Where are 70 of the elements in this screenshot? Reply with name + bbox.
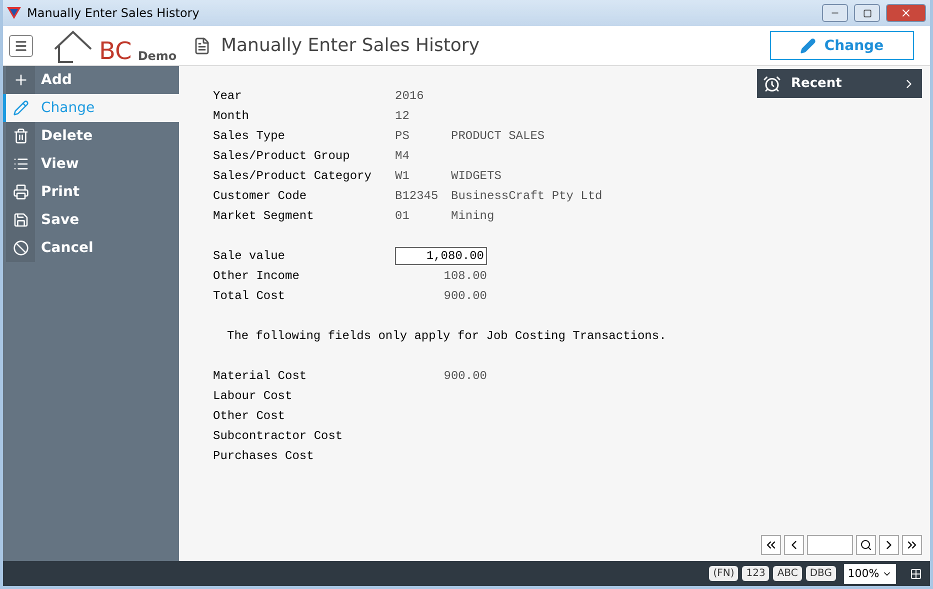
change-icon	[12, 100, 28, 116]
field-value: 108.00	[442, 269, 487, 283]
field-value: 01	[395, 209, 410, 223]
field-value: 900.00	[442, 289, 487, 303]
field-label: Sales/Product Group	[213, 149, 351, 163]
field-description: BusinessCraft Pty Ltd	[451, 189, 602, 203]
field-description: PRODUCT SALES	[451, 129, 545, 143]
field-description: Mining	[451, 209, 494, 223]
cancel-icon	[12, 240, 28, 256]
field-label: Other Income	[213, 269, 300, 283]
field-description: WIDGETS	[451, 169, 502, 183]
field-value: 12	[395, 109, 410, 123]
zoom-dropdown[interactable]: 100%	[844, 564, 896, 584]
field-label: Sale value	[213, 249, 286, 263]
add-icon	[12, 72, 28, 88]
page-title: Manually Enter Sales History	[221, 35, 480, 56]
first-page-button[interactable]	[761, 535, 781, 555]
previous-button[interactable]	[784, 535, 804, 555]
search-button[interactable]	[856, 535, 876, 555]
grid-icon[interactable]	[910, 568, 922, 580]
record-field[interactable]	[807, 535, 853, 555]
maximize-button[interactable]	[854, 4, 880, 22]
document-icon	[193, 36, 211, 54]
field-label: Customer Code	[213, 189, 308, 203]
change-button[interactable]: Change	[770, 31, 914, 60]
close-icon	[900, 7, 912, 19]
status-badge[interactable]: DBG	[806, 566, 836, 581]
delete-icon	[12, 128, 28, 144]
field-label: Year	[213, 89, 243, 103]
field-label: Sales Type	[213, 129, 286, 143]
field-label: Month	[213, 109, 250, 123]
field-label: Material Cost	[213, 369, 308, 383]
minimize-button[interactable]	[822, 4, 848, 22]
field-label: Sales/Product Category	[213, 169, 372, 183]
logo-text: BC	[99, 38, 132, 62]
field-label: Subcontractor Cost	[213, 429, 344, 443]
save-icon	[12, 212, 28, 228]
print-icon	[12, 184, 28, 200]
alarm-clock-icon	[763, 74, 781, 92]
house-logo-icon	[53, 28, 93, 62]
field-value: 900.00	[442, 369, 487, 383]
menu-button[interactable]	[9, 34, 33, 56]
menu-icon	[14, 38, 28, 52]
recent-button[interactable]: Recent	[757, 69, 922, 98]
last-page-button[interactable]	[902, 535, 922, 555]
field-label: Purchases Cost	[213, 449, 315, 463]
app-logo-icon	[7, 7, 21, 19]
status-badge[interactable]: 123	[742, 566, 770, 581]
field-value: 2016	[395, 89, 425, 103]
search-icon	[860, 539, 872, 551]
status-badge[interactable]: ABC	[773, 566, 802, 581]
field-label: Market Segment	[213, 209, 315, 223]
maximize-icon	[862, 8, 872, 18]
next-button[interactable]	[879, 535, 899, 555]
amount-input[interactable]: 1,080.00	[395, 247, 487, 265]
field-label: Labour Cost	[213, 389, 294, 403]
status-badge[interactable]: (FN)	[709, 566, 738, 581]
field-value: B12345	[395, 189, 440, 203]
sidebar-item[interactable]: Change	[3, 94, 179, 122]
close-button[interactable]	[886, 4, 926, 22]
window-title: Manually Enter Sales History	[27, 6, 200, 20]
field-value: M4	[395, 149, 410, 163]
field-value: W1	[395, 169, 410, 183]
logo-subtitle: Demo	[138, 48, 177, 62]
view-icon	[12, 156, 28, 172]
info-note: The following fields only apply for Job Costing Transactions.	[226, 328, 668, 345]
field-label: Other Cost	[213, 409, 286, 423]
field-label: Total Cost	[213, 289, 286, 303]
pencil-icon	[800, 38, 816, 54]
field-value: PS	[395, 129, 410, 143]
